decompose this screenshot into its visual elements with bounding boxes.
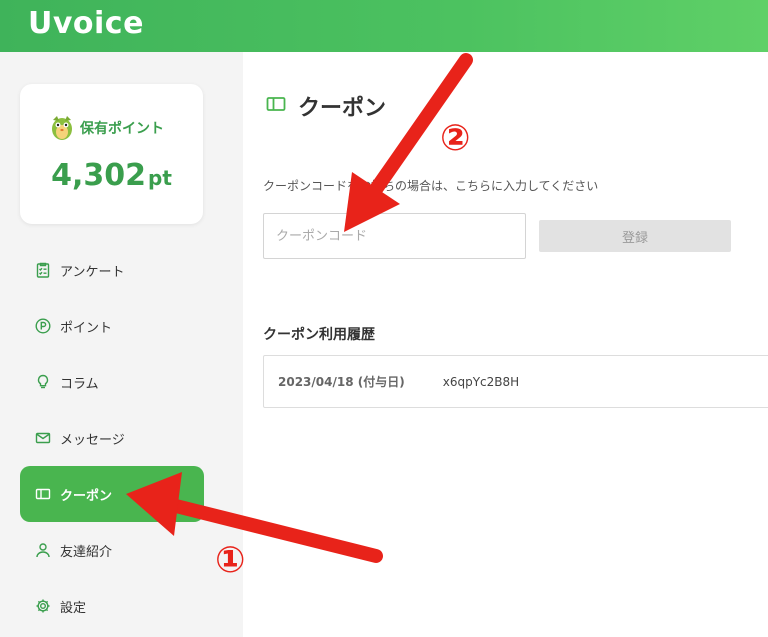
coupon-description: クーポンコードをお持ちの場合は、こちらに入力してください — [263, 179, 599, 193]
mail-icon — [34, 429, 52, 447]
logo[interactable]: Uvoice — [28, 6, 144, 41]
main-content: クーポン クーポンコードをお持ちの場合は、こちらに入力してください 登録 クーポ… — [243, 52, 768, 637]
points-card: 保有ポイント 4,302 pt — [20, 84, 203, 224]
sidebar-item-label: コラム — [60, 376, 99, 392]
points-unit: pt — [148, 166, 172, 190]
sidebar-item-label: アンケート — [60, 264, 125, 280]
coupon-code-input[interactable] — [263, 213, 526, 259]
points-label: 保有ポイント — [80, 121, 164, 137]
history-code: x6qpYc2B8H — [442, 374, 520, 389]
sidebar-item-label: ポイント — [60, 320, 113, 336]
sidebar-item-label: 設定 — [60, 600, 87, 616]
coupon-icon — [34, 485, 52, 503]
sidebar-item-label: メッセージ — [60, 432, 125, 448]
coupon-icon — [266, 95, 286, 117]
history-table: 2023/04/18 (付与日) x6qpYc2B8H — [263, 355, 768, 408]
history-date: 2023/04/18 (付与日) — [278, 375, 405, 389]
sidebar-item-invite[interactable]: 友達紹介 — [20, 522, 204, 578]
sidebar-item-label: 友達紹介 — [60, 544, 113, 560]
step-2-marker: ② — [440, 118, 471, 159]
sidebar-item-survey[interactable]: アンケート — [20, 242, 204, 298]
page-header: クーポン — [266, 90, 386, 122]
point-icon — [34, 317, 52, 335]
person-icon — [34, 541, 52, 559]
points-header: 保有ポイント — [50, 114, 164, 142]
gear-icon — [34, 597, 52, 615]
top-header: Uvoice — [0, 0, 768, 52]
points-value: 4,302 pt — [20, 158, 203, 193]
register-button[interactable]: 登録 — [539, 220, 731, 252]
mascot-icon — [52, 116, 72, 140]
points-number: 4,302 — [51, 158, 146, 193]
bulb-icon — [34, 373, 52, 391]
sidebar-item-column[interactable]: コラム — [20, 354, 204, 410]
sidebar-nav: アンケート ポイント コラム メッセージ クーポン 友達紹介 設定 — [20, 242, 204, 634]
sidebar-item-label: クーポン — [60, 488, 113, 504]
sidebar-item-settings[interactable]: 設定 — [20, 578, 204, 634]
history-title: クーポン利用履歴 — [263, 327, 375, 343]
step-1-marker: ① — [215, 540, 246, 581]
table-row: 2023/04/18 (付与日) x6qpYc2B8H — [264, 356, 768, 407]
sidebar: 保有ポイント 4,302 pt アンケート ポイント コラム メッセージ クーポ… — [0, 52, 222, 637]
sidebar-item-points[interactable]: ポイント — [20, 298, 204, 354]
page-title: クーポン — [298, 96, 387, 121]
survey-icon — [34, 261, 52, 279]
sidebar-item-message[interactable]: メッセージ — [20, 410, 204, 466]
sidebar-item-coupon[interactable]: クーポン — [20, 466, 204, 522]
